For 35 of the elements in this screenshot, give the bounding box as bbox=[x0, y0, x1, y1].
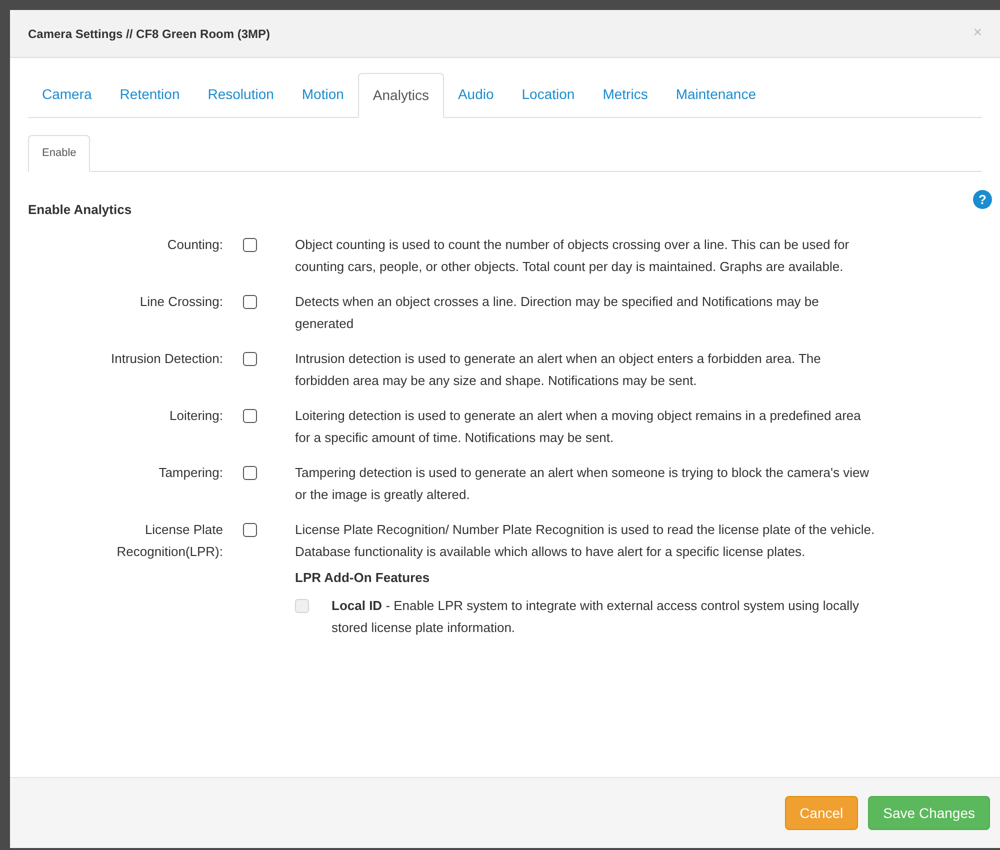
option-label: Counting: bbox=[166, 236, 223, 254]
tab[interactable]: Retention bbox=[106, 72, 194, 117]
tab[interactable]: Maintenance bbox=[662, 72, 770, 117]
checkbox[interactable] bbox=[243, 238, 257, 252]
checkbox[interactable] bbox=[243, 352, 257, 366]
option-label: License Plate Recognition(LPR): bbox=[116, 520, 223, 561]
option-description: Tampering detection is used to generate an alert when someone is trying to block the camera's view or the image is greatly altered. bbox=[295, 464, 870, 504]
tab[interactable]: Location bbox=[508, 72, 589, 117]
option-description: Intrusion detection is used to generate an alert when an object enters a forbidden area. The forbidden area may be any size and shape. Notifications may be sent. bbox=[295, 350, 822, 390]
option-description: Object counting is used to count the number of objects crossing over a line. This can be used for counting cars, people, or other objects. Total count per day is maintained. Graphs are available. bbox=[295, 236, 850, 276]
option-description: Loitering detection is used to generate an alert when a moving object remains in a predefined area for a specific amount of time. Notifications may be sent. bbox=[295, 406, 862, 447]
option-label: Intrusion Detection: bbox=[110, 350, 223, 368]
checkbox[interactable] bbox=[243, 408, 257, 422]
help-icon[interactable]: ? bbox=[973, 190, 992, 209]
addon-description: Local ID - Enable LPR system to integrate with external access control system using locally stored license plate information. bbox=[332, 596, 860, 637]
tab[interactable]: Motion bbox=[288, 72, 358, 117]
dialog-button[interactable]: Save Changes bbox=[868, 796, 990, 830]
checkbox[interactable] bbox=[243, 466, 257, 480]
section-title: Enable Analytics bbox=[28, 201, 132, 219]
option-label: Loitering: bbox=[168, 406, 223, 425]
dialog-button[interactable]: Cancel bbox=[784, 796, 858, 830]
window-title: Camera Settings // CF8 Green Room (3MP) bbox=[28, 26, 270, 42]
option-label: Line Crossing: bbox=[138, 292, 223, 311]
option-label: Tampering: bbox=[158, 464, 223, 482]
tab[interactable]: Audio bbox=[444, 72, 508, 117]
tab[interactable]: Camera bbox=[28, 72, 106, 117]
addon-title: LPR Add-On Features bbox=[295, 568, 431, 586]
option-description: Detects when an object crosses a line. Direction may be specified and Notifications may be generated bbox=[295, 292, 820, 333]
tab[interactable]: Analytics bbox=[358, 73, 444, 118]
tab[interactable]: Resolution bbox=[194, 72, 288, 117]
checkbox[interactable] bbox=[243, 522, 257, 536]
checkbox[interactable] bbox=[243, 294, 257, 308]
option-description: License Plate Recognition/ Number Plate Recognition is used to read the license plate of the vehicle. Database functionality is available which allows to have alert for a specific license plates. bbox=[295, 520, 875, 561]
tab[interactable]: Enable bbox=[28, 135, 90, 172]
tab[interactable]: Metrics bbox=[588, 72, 662, 117]
